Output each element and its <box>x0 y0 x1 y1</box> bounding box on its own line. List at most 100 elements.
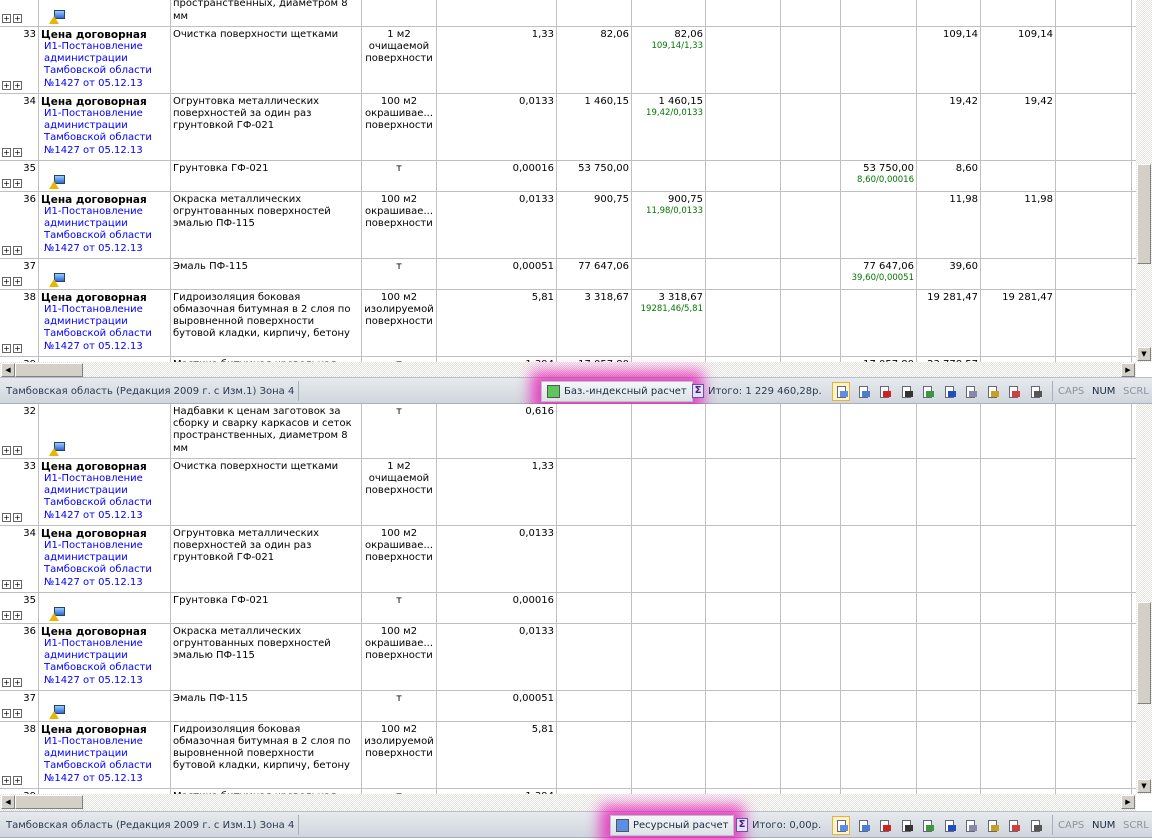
quantity-cell: 0,00016 <box>437 160 557 191</box>
table-row[interactable]: 34 + + Цена договорная И1-Постановление адми… <box>0 93 1136 161</box>
table-row[interactable]: 32++Надбавки к ценам заготовок за сборку… <box>0 404 1136 459</box>
table-row[interactable]: 35 + + Грунтовка ГФ-021 т 0,00016 <box>0 592 1136 624</box>
coins-icon[interactable] <box>983 816 1001 835</box>
scroll-down-arrow[interactable]: ▼ <box>1137 347 1151 361</box>
expand-plus-icon[interactable]: + <box>2 245 11 255</box>
vertical-scrollbar[interactable]: ▼ <box>1136 0 1152 362</box>
price-basis-source[interactable]: И1-Постановление администрации Тамбовско… <box>41 540 168 589</box>
price-basis-source[interactable]: И1-Постановление администрации Тамбовско… <box>41 736 168 785</box>
expand-plus-icon[interactable]: + <box>13 512 22 522</box>
price-basis-title: Цена договорная <box>41 193 147 206</box>
unit-price: 3 318,67 <box>584 291 629 303</box>
table-row[interactable]: 36 + + Цена договорная И1-Постановление адми… <box>0 191 1136 259</box>
expand-plus-icon[interactable]: + <box>13 276 22 286</box>
expand-plus-icon[interactable]: + <box>2 708 11 718</box>
tsn-icon[interactable] <box>897 382 915 401</box>
calculator-icon[interactable] <box>918 816 936 835</box>
expand-plus-icon[interactable]: + <box>13 775 22 785</box>
price-basis-source[interactable]: И1-Постановление администрации Тамбовско… <box>41 473 168 522</box>
list-view-icon[interactable] <box>832 382 850 401</box>
expand-plus-icon[interactable]: + <box>2 147 11 157</box>
horizontal-scrollbar[interactable]: ◀ ▶ <box>0 362 1136 378</box>
scroll-right-arrow[interactable]: ▶ <box>1121 795 1135 809</box>
price-basis-source[interactable]: И1-Постановление администрации Тамбовско… <box>41 108 168 157</box>
description: Эмаль ПФ-115 <box>173 260 248 272</box>
russia-flag-icon[interactable] <box>875 816 893 835</box>
price-basis-source[interactable]: И1-Постановление администрации Тамбовско… <box>41 41 168 90</box>
calc-mode-button[interactable]: Баз.-индексный расчет <box>541 381 693 402</box>
scrollbar-thumb[interactable] <box>15 363 83 377</box>
expand-plus-icon[interactable]: + <box>2 610 11 620</box>
resources-icon[interactable] <box>854 382 872 401</box>
expand-plus-icon[interactable]: + <box>2 13 11 23</box>
scroll-left-arrow[interactable]: ◀ <box>1 795 15 809</box>
price-basis-source[interactable]: И1-Постановление администрации Тамбовско… <box>41 638 168 687</box>
expand-plus-icon[interactable]: + <box>2 178 11 188</box>
table-row[interactable]: 38 + + Цена договорная И1-Постановление адми… <box>0 721 1136 789</box>
expand-plus-icon[interactable]: + <box>2 276 11 286</box>
row-number: 33 <box>23 460 36 472</box>
vertical-scrollbar[interactable]: ▼ <box>1136 404 1152 794</box>
material-price: 53 750,00 <box>863 162 914 174</box>
expand-plus-icon[interactable]: + <box>13 445 22 455</box>
table-row[interactable]: 35 + + Грунтовка ГФ-021 т 0,00016 53 750,00 53 … <box>0 160 1136 192</box>
price-index-cell <box>632 160 706 191</box>
table-row[interactable]: 34 + + Цена договорная И1-Постановление адми… <box>0 525 1136 593</box>
pen-icon[interactable] <box>961 382 979 401</box>
chart-icon[interactable] <box>1004 382 1022 401</box>
expand-plus-icon[interactable]: + <box>2 512 11 522</box>
scroll-right-arrow[interactable]: ▶ <box>1121 363 1135 377</box>
table-row[interactable]: 32++Надбавки к ценам заготовок за сборку… <box>0 0 1136 27</box>
expand-plus-icon[interactable]: + <box>2 80 11 90</box>
table-row[interactable]: 37 + + Эмаль ПФ-115 т 0,00051 <box>0 690 1136 722</box>
expand-plus-icon[interactable]: + <box>13 343 22 353</box>
table-row[interactable]: 33 + + Цена договорная И1-Постановление адми… <box>0 26 1136 94</box>
report-icon[interactable] <box>1026 382 1044 401</box>
tsn-icon[interactable] <box>897 816 915 835</box>
price-basis-source[interactable]: И1-Постановление администрации Тамбовско… <box>41 304 168 353</box>
nr-icon[interactable] <box>940 816 958 835</box>
expand-plus-icon[interactable]: + <box>13 579 22 589</box>
expand-plus-icon[interactable]: + <box>2 677 11 687</box>
nr-icon[interactable] <box>940 382 958 401</box>
unit-price: 82,06 <box>600 28 629 40</box>
expand-plus-icon[interactable]: + <box>13 708 22 718</box>
russia-flag-icon[interactable] <box>875 382 893 401</box>
scroll-down-arrow[interactable]: ▼ <box>1137 779 1151 793</box>
warning-triangle <box>49 15 59 24</box>
expand-plus-icon[interactable]: + <box>13 178 22 188</box>
price-basis-source[interactable]: И1-Постановление администрации Тамбовско… <box>41 206 168 255</box>
resources-icon[interactable] <box>854 816 872 835</box>
table-row[interactable]: 36 + + Цена договорная И1-Постановление адми… <box>0 623 1136 691</box>
price-value: 3 318,67 <box>658 291 703 303</box>
scrollbar-thumb[interactable] <box>1137 164 1151 264</box>
report-icon[interactable] <box>1026 816 1044 835</box>
table-row[interactable]: 33 + + Цена договорная И1-Постановление адми… <box>0 458 1136 526</box>
total-cell: 19,42 <box>981 93 1056 160</box>
expand-plus-icon[interactable]: + <box>13 245 22 255</box>
expand-plus-icon[interactable]: + <box>2 579 11 589</box>
expand-plus-icon[interactable]: + <box>13 80 22 90</box>
expand-plus-icon[interactable]: + <box>2 343 11 353</box>
expand-plus-icon[interactable]: + <box>13 13 22 23</box>
chart-icon[interactable] <box>1004 816 1022 835</box>
expand-plus-icon[interactable]: + <box>2 775 11 785</box>
table-row[interactable]: 38 + + Цена договорная И1-Постановление адми… <box>0 289 1136 357</box>
pen-icon[interactable] <box>961 816 979 835</box>
table-row[interactable]: 37 + + Эмаль ПФ-115 т 0,00051 77 647,06 77 647,… <box>0 258 1136 290</box>
calc-mode-button[interactable]: Ресурсный расчет <box>610 815 735 836</box>
horizontal-scrollbar[interactable]: ◀ ▶ <box>0 794 1136 811</box>
expand-plus-icon[interactable]: + <box>13 610 22 620</box>
price-basis-title: Цена договорная <box>41 460 147 473</box>
coins-icon[interactable] <box>983 382 1001 401</box>
expand-plus-icon[interactable]: + <box>13 147 22 157</box>
calculator-icon[interactable] <box>918 382 936 401</box>
expand-plus-icon[interactable]: + <box>2 445 11 455</box>
empty-cell <box>1056 721 1132 788</box>
list-view-icon[interactable] <box>832 816 850 835</box>
scrollbar-thumb[interactable] <box>15 795 83 809</box>
scroll-left-arrow[interactable]: ◀ <box>1 363 15 377</box>
scrollbar-thumb[interactable] <box>1137 602 1151 704</box>
expand-plus-icon[interactable]: + <box>13 677 22 687</box>
empty-cell <box>781 592 841 623</box>
